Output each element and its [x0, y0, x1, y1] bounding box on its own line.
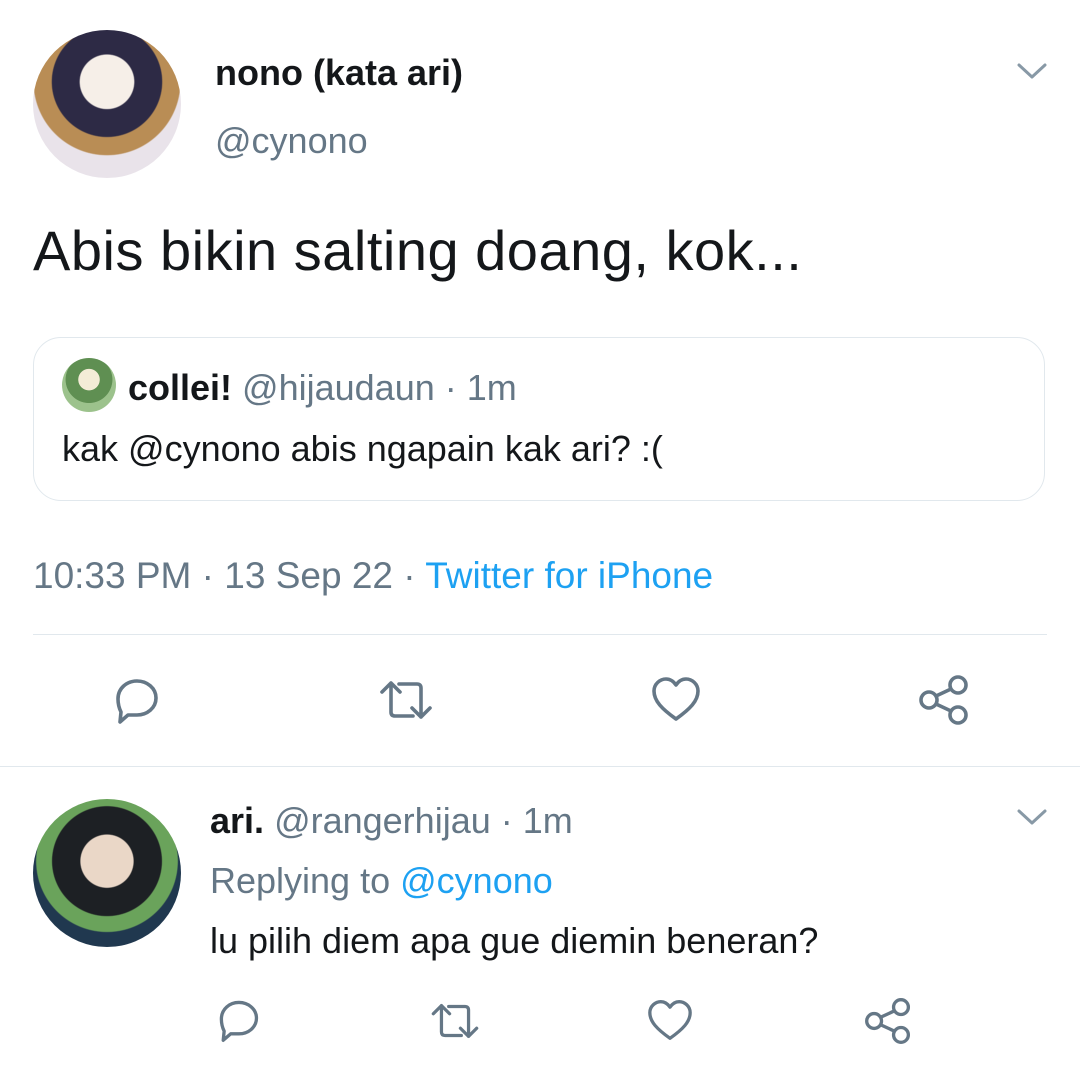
- reply-icon[interactable]: [213, 996, 263, 1044]
- quoted-tweet-card[interactable]: [33, 337, 1045, 501]
- tweet-meta-separator: ·: [201, 555, 214, 596]
- share-icon[interactable]: [863, 996, 913, 1046]
- divider: [0, 766, 1080, 767]
- reply-icon[interactable]: [109, 674, 163, 726]
- divider: [33, 634, 1047, 635]
- reply-text: lu pilih diem apa gue diemin beneran?: [210, 920, 819, 961]
- author-avatar[interactable]: [33, 30, 181, 178]
- quoted-author-avatar: [62, 358, 116, 412]
- tweet-meta-separator-2: ·: [403, 555, 416, 596]
- replying-to-label: Replying to: [210, 860, 391, 901]
- quoted-handle: @hijaudaun: [242, 367, 435, 408]
- retweet-icon[interactable]: [427, 999, 483, 1043]
- quoted-time: 1m: [466, 367, 517, 408]
- tweet-metadata: 10:33 PM · 13 Sep 22 · Twitter for iPhon…: [33, 555, 713, 597]
- reply-handle[interactable]: @rangerhijau: [274, 800, 491, 841]
- tweet-time: 10:33 PM: [33, 555, 192, 596]
- quoted-header: collei! @hijaudaun · 1m: [128, 367, 517, 409]
- quoted-separator: ·: [444, 367, 457, 408]
- tweet-text: Abis bikin salting doang, kok...: [33, 219, 803, 282]
- reply-time: 1m: [522, 800, 573, 841]
- chevron-down-icon[interactable]: [1016, 60, 1048, 82]
- like-icon[interactable]: [646, 998, 694, 1042]
- replying-to-line: Replying to @cynono: [210, 860, 553, 902]
- reply-author-avatar[interactable]: [33, 799, 181, 947]
- author-display-name[interactable]: nono (kata ari): [215, 52, 463, 94]
- reply-display-name[interactable]: ari.: [210, 800, 264, 841]
- reply-separator: ·: [500, 800, 513, 841]
- retweet-icon[interactable]: [375, 676, 437, 724]
- replying-to-handle[interactable]: @cynono: [400, 860, 553, 901]
- chevron-down-icon[interactable]: [1016, 806, 1048, 828]
- quoted-text: kak @cynono abis ngapain kak ari? :(: [62, 428, 663, 469]
- like-icon[interactable]: [650, 675, 702, 723]
- tweet-source-link[interactable]: Twitter for iPhone: [425, 555, 713, 596]
- reply-header: ari. @rangerhijau · 1m: [210, 800, 573, 842]
- quoted-display-name: collei!: [128, 367, 233, 408]
- tweet-date: 13 Sep 22: [224, 555, 393, 596]
- author-handle[interactable]: @cynono: [215, 120, 368, 162]
- share-icon[interactable]: [917, 673, 971, 727]
